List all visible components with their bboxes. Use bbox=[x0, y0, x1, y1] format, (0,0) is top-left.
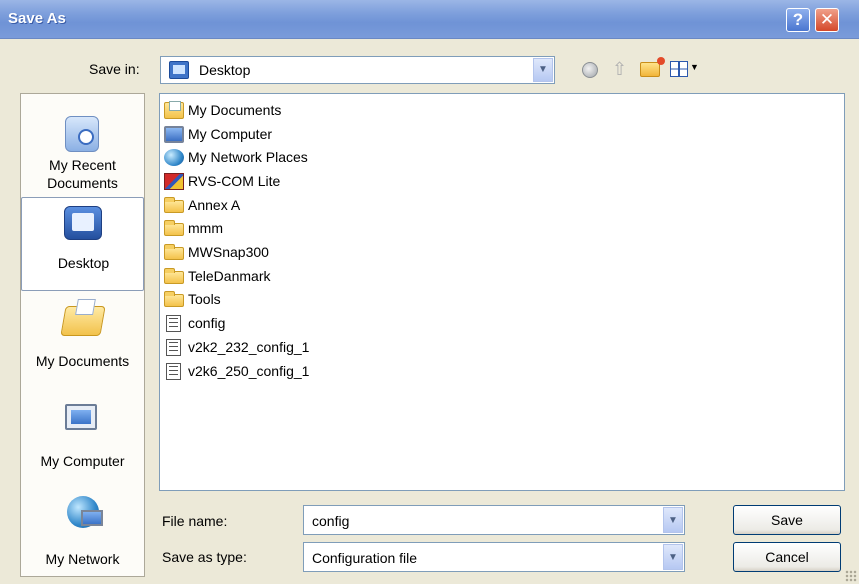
resize-grip-icon[interactable] bbox=[845, 570, 857, 582]
place-my-computer[interactable]: My Computer bbox=[21, 390, 144, 480]
my-computer-icon bbox=[65, 404, 97, 430]
folder-icon bbox=[164, 268, 184, 284]
file-list[interactable]: My Documents My Computer My Network Plac… bbox=[159, 93, 845, 491]
place-recent-documents[interactable]: My Recent Documents bbox=[21, 100, 144, 192]
place-label: My Computer bbox=[40, 453, 125, 469]
file-name-label: File name: bbox=[162, 513, 228, 529]
places-bar: My Recent Documents Desktop My Documents… bbox=[20, 93, 145, 577]
file-name: Tools bbox=[188, 291, 221, 307]
file-name-field[interactable]: config ▼ bbox=[303, 505, 685, 535]
file-name: My Computer bbox=[188, 126, 273, 142]
recent-documents-icon bbox=[65, 116, 99, 152]
chevron-down-icon[interactable]: ▼ bbox=[533, 58, 553, 82]
application-icon bbox=[164, 173, 184, 190]
new-folder-icon[interactable] bbox=[640, 57, 665, 77]
place-label: My Recent Documents bbox=[47, 157, 118, 191]
file-name: My Documents bbox=[188, 102, 282, 118]
help-button[interactable]: ? bbox=[786, 8, 810, 32]
save-button[interactable]: Save bbox=[733, 505, 841, 535]
text-file-icon bbox=[166, 339, 181, 356]
folder-icon bbox=[164, 197, 184, 213]
desktop-icon bbox=[64, 206, 102, 240]
save-as-type-dropdown[interactable]: Configuration file ▼ bbox=[303, 542, 685, 572]
place-my-network[interactable]: My Network bbox=[21, 488, 144, 574]
network-places-icon bbox=[164, 149, 184, 166]
folder-icon bbox=[164, 291, 184, 307]
desktop-icon bbox=[169, 61, 189, 79]
save-in-value: Desktop bbox=[199, 62, 251, 78]
my-documents-icon bbox=[60, 306, 106, 336]
place-desktop[interactable]: Desktop bbox=[21, 197, 144, 291]
text-file-icon bbox=[166, 363, 181, 380]
file-name: My Network Places bbox=[188, 149, 308, 165]
save-as-type-label: Save as type: bbox=[162, 549, 247, 565]
save-in-dropdown[interactable]: Desktop ▼ bbox=[160, 56, 555, 84]
file-name: MWSnap300 bbox=[188, 244, 269, 260]
place-label: My Network bbox=[45, 551, 120, 567]
my-network-icon bbox=[67, 496, 103, 528]
file-name: Annex A bbox=[188, 197, 241, 213]
save-in-label: Save in: bbox=[89, 61, 140, 77]
views-dropdown-caret-icon[interactable]: ▼ bbox=[690, 62, 699, 84]
file-name-value: config bbox=[312, 513, 350, 529]
place-label: Desktop bbox=[57, 255, 110, 271]
folder-icon bbox=[164, 244, 184, 260]
file-name: v2k2_232_config_1 bbox=[188, 339, 310, 355]
place-my-documents[interactable]: My Documents bbox=[21, 296, 144, 386]
window-title: Save As bbox=[8, 10, 66, 27]
cancel-button[interactable]: Cancel bbox=[733, 542, 841, 572]
file-name: RVS-COM Lite bbox=[188, 173, 281, 189]
place-label: My Documents bbox=[35, 353, 130, 369]
views-menu-icon[interactable] bbox=[670, 61, 688, 77]
my-documents-icon bbox=[164, 101, 184, 119]
file-name: config bbox=[188, 315, 226, 331]
file-name: mmm bbox=[188, 220, 223, 236]
text-file-icon bbox=[166, 315, 181, 332]
folder-icon bbox=[164, 220, 184, 236]
up-folder-icon[interactable]: ⇧ bbox=[612, 58, 630, 80]
file-name: TeleDanmark bbox=[188, 268, 271, 284]
my-computer-icon bbox=[164, 126, 184, 143]
save-as-type-value: Configuration file bbox=[312, 550, 418, 566]
file-name: v2k6_250_config_1 bbox=[188, 363, 310, 379]
title-bar: Save As ? ✕ bbox=[0, 0, 859, 39]
close-button[interactable]: ✕ bbox=[815, 8, 839, 32]
chevron-down-icon[interactable]: ▼ bbox=[663, 544, 683, 570]
chevron-down-icon[interactable]: ▼ bbox=[663, 507, 683, 533]
back-icon[interactable] bbox=[582, 62, 598, 78]
